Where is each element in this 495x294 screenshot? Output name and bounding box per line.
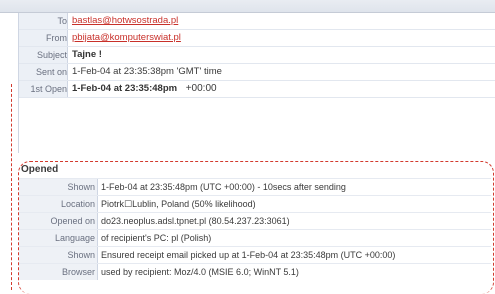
from-label: From xyxy=(19,30,68,46)
first-open-label: 1st Open xyxy=(19,81,68,97)
first-open-value-wrap: 1-Feb-04 at 23:35:48pm +00:00 xyxy=(72,81,217,97)
from-address-link[interactable]: pbijata@komputerswiat.pl xyxy=(72,30,181,46)
opened-detail-label: Shown xyxy=(19,179,98,195)
opened-section-title: Opened xyxy=(21,164,59,175)
opened-detail-row: Opened on do23.neoplus.adsl.tpnet.pl (80.… xyxy=(19,212,491,229)
subject-row: Subject Tajne ! xyxy=(19,47,495,64)
to-row: To bastlas@hotwsostrada.pl xyxy=(19,13,495,30)
opened-detail-value: of recipient's PC: pl (Polish) xyxy=(101,233,212,243)
subject-label: Subject xyxy=(19,47,68,63)
opened-detail-value: do23.neoplus.adsl.tpnet.pl (80.54.237.23… xyxy=(101,216,290,226)
opened-detail-label: Opened on xyxy=(19,213,98,229)
message-header: To bastlas@hotwsostrada.pl From pbijata@… xyxy=(18,13,495,153)
subject-value: Tajne ! xyxy=(72,49,102,60)
opened-detail-label: Language xyxy=(19,230,98,246)
to-address-link[interactable]: bastlas@hotwsostrada.pl xyxy=(72,13,178,29)
sent-label: Sent on xyxy=(19,64,68,80)
opened-detail-value: Piotrk☐Lublin, Poland (50% likelihood) xyxy=(101,199,256,209)
first-open-value: 1-Feb-04 at 23:35:48pm xyxy=(72,83,178,94)
top-toolbar-strip xyxy=(0,0,495,13)
sent-row: Sent on 1-Feb-04 at 23:35:38pm 'GMT' tim… xyxy=(19,64,495,81)
opened-detail-value: 1-Feb-04 at 23:35:48pm (UTC +00:00) - 10… xyxy=(101,182,346,192)
opened-detail-row: Browser used by recipient: Moz/4.0 (MSIE … xyxy=(19,263,491,280)
opened-detail-label: Browser xyxy=(19,264,98,280)
first-open-row: 1st Open 1-Feb-04 at 23:35:48pm +00:00 xyxy=(19,81,495,98)
left-highlight-border xyxy=(11,84,12,290)
from-row: From pbijata@komputerswiat.pl xyxy=(19,30,495,47)
opened-detail-row: Shown Ensured receipt email picked up at … xyxy=(19,246,491,263)
opened-detail-label: Location xyxy=(19,196,98,212)
opened-detail-row: Location Piotrk☐Lublin, Poland (50% likel… xyxy=(19,195,491,212)
to-label: To xyxy=(19,13,68,29)
opened-detail-row: Shown 1-Feb-04 at 23:35:48pm (UTC +00:00)… xyxy=(19,178,491,195)
opened-detail-row: Language of recipient's PC: pl (Polish) xyxy=(19,229,491,246)
first-open-timezone: +00:00 xyxy=(185,83,217,94)
sent-value: 1-Feb-04 at 23:35:38pm 'GMT' time xyxy=(72,66,222,77)
opened-detail-value: Ensured receipt email picked up at 1-Feb… xyxy=(101,250,396,260)
opened-detail-label: Shown xyxy=(19,247,98,263)
opened-detail-value: used by recipient: Moz/4.0 (MSIE 6.0; Wi… xyxy=(101,267,299,277)
